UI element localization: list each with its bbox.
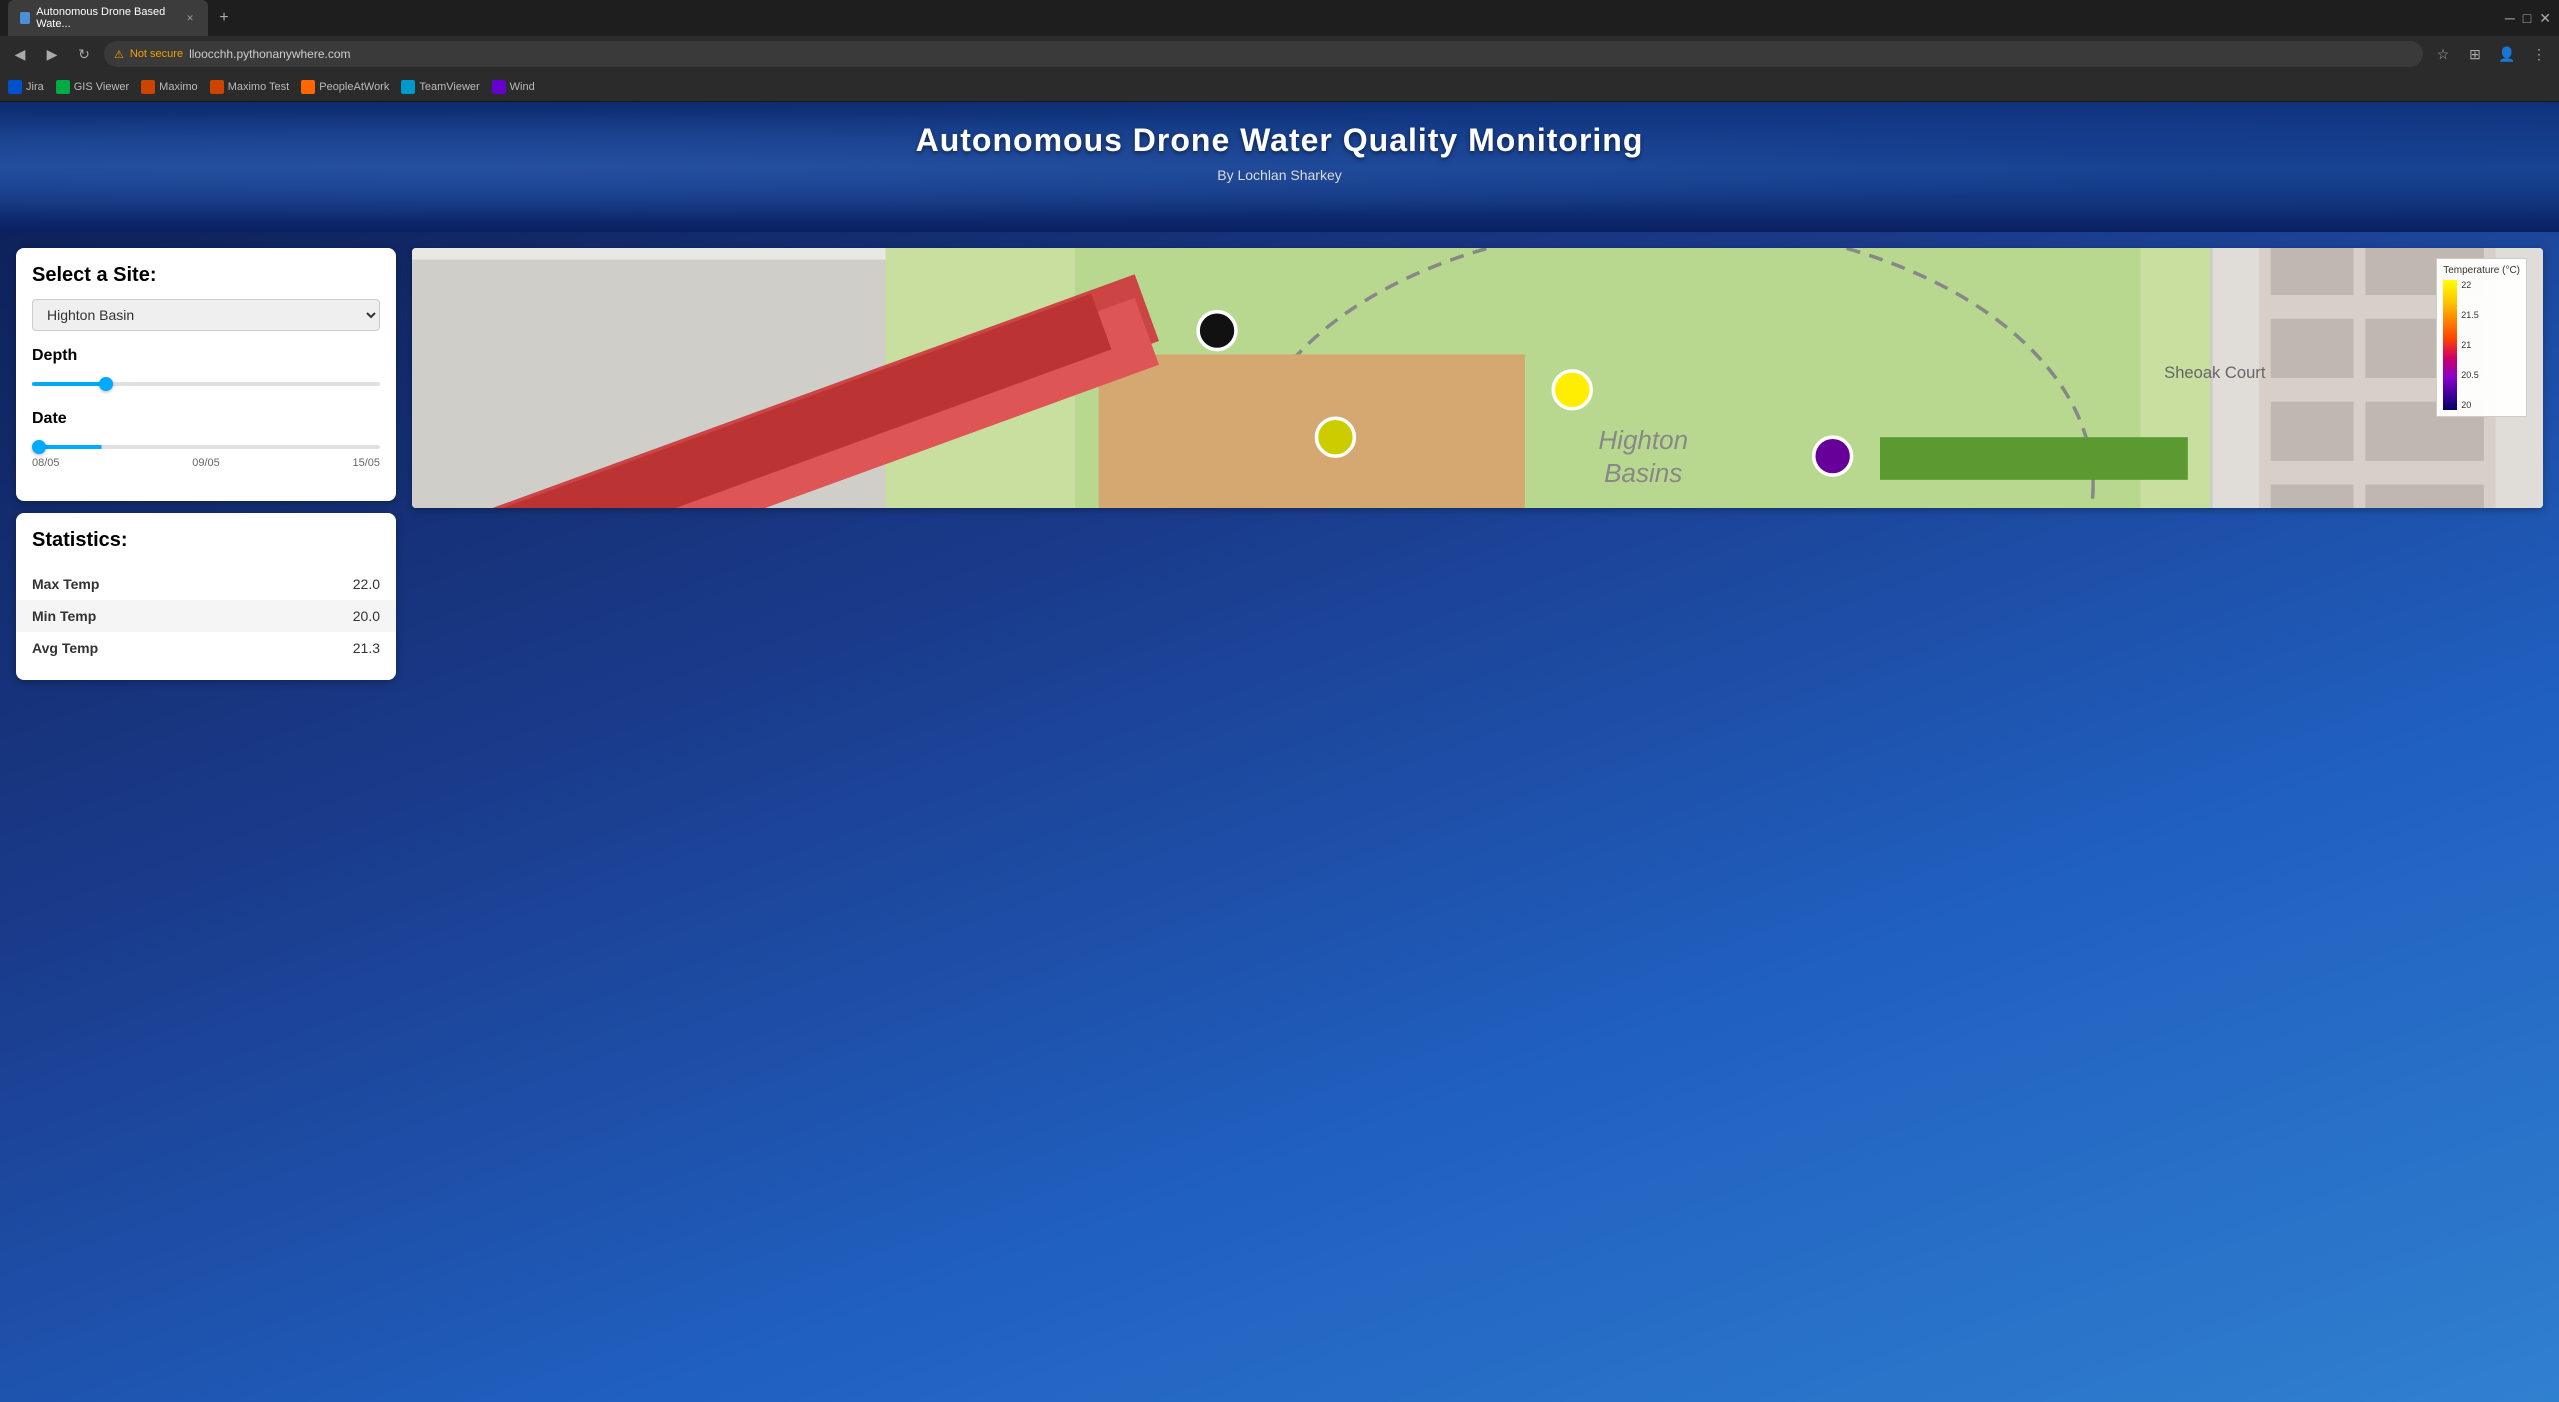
teamviewer-icon	[401, 80, 415, 94]
maximo-icon	[141, 80, 155, 94]
jira-icon	[8, 80, 22, 94]
forward-button[interactable]: ▶	[40, 42, 64, 66]
date-tick-3: 15/05	[352, 457, 380, 469]
select-site-label: Select a Site:	[32, 264, 380, 287]
window-controls: ─ □ ✕	[2505, 10, 2551, 27]
tab-close-btn[interactable]: ✕	[184, 11, 196, 25]
stat-row-avg: Avg Temp 21.3	[32, 632, 380, 664]
legend-val-2: 21	[2461, 340, 2479, 350]
tab-title: Autonomous Drone Based Wate...	[36, 6, 178, 30]
legend-scale-labels: 22 21.5 21 20.5 20	[2461, 280, 2479, 410]
extensions-button[interactable]: ⊞	[2463, 42, 2487, 66]
date-label: Date	[32, 410, 380, 428]
left-column: Select a Site: Highton Basin Depth Date …	[16, 248, 396, 680]
svg-text:Basins: Basins	[1604, 458, 1682, 488]
stat-row-max: Max Temp 22.0	[32, 568, 380, 600]
map-panel[interactable]: James Cook Dr Burdekin Road Sheoak Court…	[412, 248, 2543, 508]
legend-val-0: 22	[2461, 280, 2479, 290]
main-content: Select a Site: Highton Basin Depth Date …	[0, 232, 2559, 696]
legend-gradient-bar	[2443, 280, 2457, 410]
legend-title: Temperature (°C)	[2443, 265, 2520, 276]
bookmark-wind[interactable]: Wind	[492, 80, 535, 94]
legend-val-4: 20	[2461, 400, 2479, 410]
active-tab[interactable]: Autonomous Drone Based Wate... ✕	[8, 0, 208, 36]
date-labels: 08/05 09/05 15/05	[32, 457, 380, 469]
date-section: Date 08/05 09/05 15/05	[32, 410, 380, 469]
minimize-btn[interactable]: ─	[2505, 10, 2515, 27]
temperature-legend: Temperature (°C) 22 21.5 21 20.5 20	[2436, 258, 2527, 417]
bookmark-star[interactable]: ☆	[2431, 42, 2455, 66]
statistics-title: Statistics:	[32, 529, 380, 552]
browser-chrome: Autonomous Drone Based Wate... ✕ + ─ □ ✕	[0, 0, 2559, 36]
tab-favicon	[20, 12, 30, 24]
map-svg: James Cook Dr Burdekin Road Sheoak Court…	[412, 248, 2543, 508]
peopleatwork-icon	[301, 80, 315, 94]
min-temp-label: Min Temp	[32, 608, 96, 624]
avg-temp-value: 21.3	[353, 640, 380, 656]
maximo-test-icon	[210, 80, 224, 94]
tab-bar: Autonomous Drone Based Wate... ✕ +	[8, 0, 236, 36]
hero-title: Autonomous Drone Water Quality Monitorin…	[0, 122, 2559, 159]
new-tab-button[interactable]: +	[212, 6, 236, 30]
statistics-panel: Statistics: Max Temp 22.0 Min Temp 20.0 …	[16, 513, 396, 680]
bookmark-teamviewer[interactable]: TeamViewer	[401, 80, 479, 94]
stat-row-min: Min Temp 20.0	[16, 600, 396, 632]
depth-slider[interactable]	[32, 382, 380, 386]
bookmark-maximo-test[interactable]: Maximo Test	[210, 80, 290, 94]
legend-val-3: 20.5	[2461, 370, 2479, 380]
controls-panel: Select a Site: Highton Basin Depth Date …	[16, 248, 396, 501]
bookmarks-bar: Jira GIS Viewer Maximo Maximo Test Peopl…	[0, 72, 2559, 102]
refresh-button[interactable]: ↻	[72, 42, 96, 66]
bookmark-peopleatwork[interactable]: PeopleAtWork	[301, 80, 389, 94]
security-badge: ⚠	[114, 48, 124, 61]
hero-subtitle: By Lochlan Sharkey	[0, 167, 2559, 183]
maximize-btn[interactable]: □	[2523, 10, 2531, 27]
wind-icon	[492, 80, 506, 94]
bookmark-gis[interactable]: GIS Viewer	[56, 80, 129, 94]
site-select-dropdown[interactable]: Highton Basin	[32, 299, 380, 331]
date-tick-1: 08/05	[32, 457, 60, 469]
max-temp-value: 22.0	[353, 576, 380, 592]
profile-button[interactable]: 👤	[2495, 42, 2519, 66]
depth-section: Depth	[32, 347, 380, 394]
min-temp-value: 20.0	[353, 608, 380, 624]
security-label: Not secure	[130, 48, 183, 60]
hero-header: Autonomous Drone Water Quality Monitorin…	[0, 102, 2559, 232]
close-btn[interactable]: ✕	[2539, 10, 2551, 27]
legend-val-1: 21.5	[2461, 310, 2479, 320]
bookmark-jira[interactable]: Jira	[8, 80, 44, 94]
max-temp-label: Max Temp	[32, 576, 99, 592]
menu-button[interactable]: ⋮	[2527, 42, 2551, 66]
map-container: James Cook Dr Burdekin Road Sheoak Court…	[412, 248, 2543, 508]
bookmark-maximo[interactable]: Maximo	[141, 80, 198, 94]
gis-icon	[56, 80, 70, 94]
legend-gradient-row: 22 21.5 21 20.5 20	[2443, 280, 2520, 410]
date-tick-2: 09/05	[192, 457, 220, 469]
address-box[interactable]: ⚠ Not secure lloocchh.pythonanywhere.com	[104, 41, 2423, 67]
svg-text:Highton: Highton	[1598, 425, 1688, 455]
avg-temp-label: Avg Temp	[32, 640, 98, 656]
address-bar-row: ◀ ▶ ↻ ⚠ Not secure lloocchh.pythonanywhe…	[0, 36, 2559, 72]
depth-label: Depth	[32, 347, 380, 365]
url-display: lloocchh.pythonanywhere.com	[189, 47, 350, 61]
date-slider[interactable]	[32, 445, 380, 449]
back-button[interactable]: ◀	[8, 42, 32, 66]
svg-text:Sheoak Court: Sheoak Court	[2164, 363, 2266, 382]
